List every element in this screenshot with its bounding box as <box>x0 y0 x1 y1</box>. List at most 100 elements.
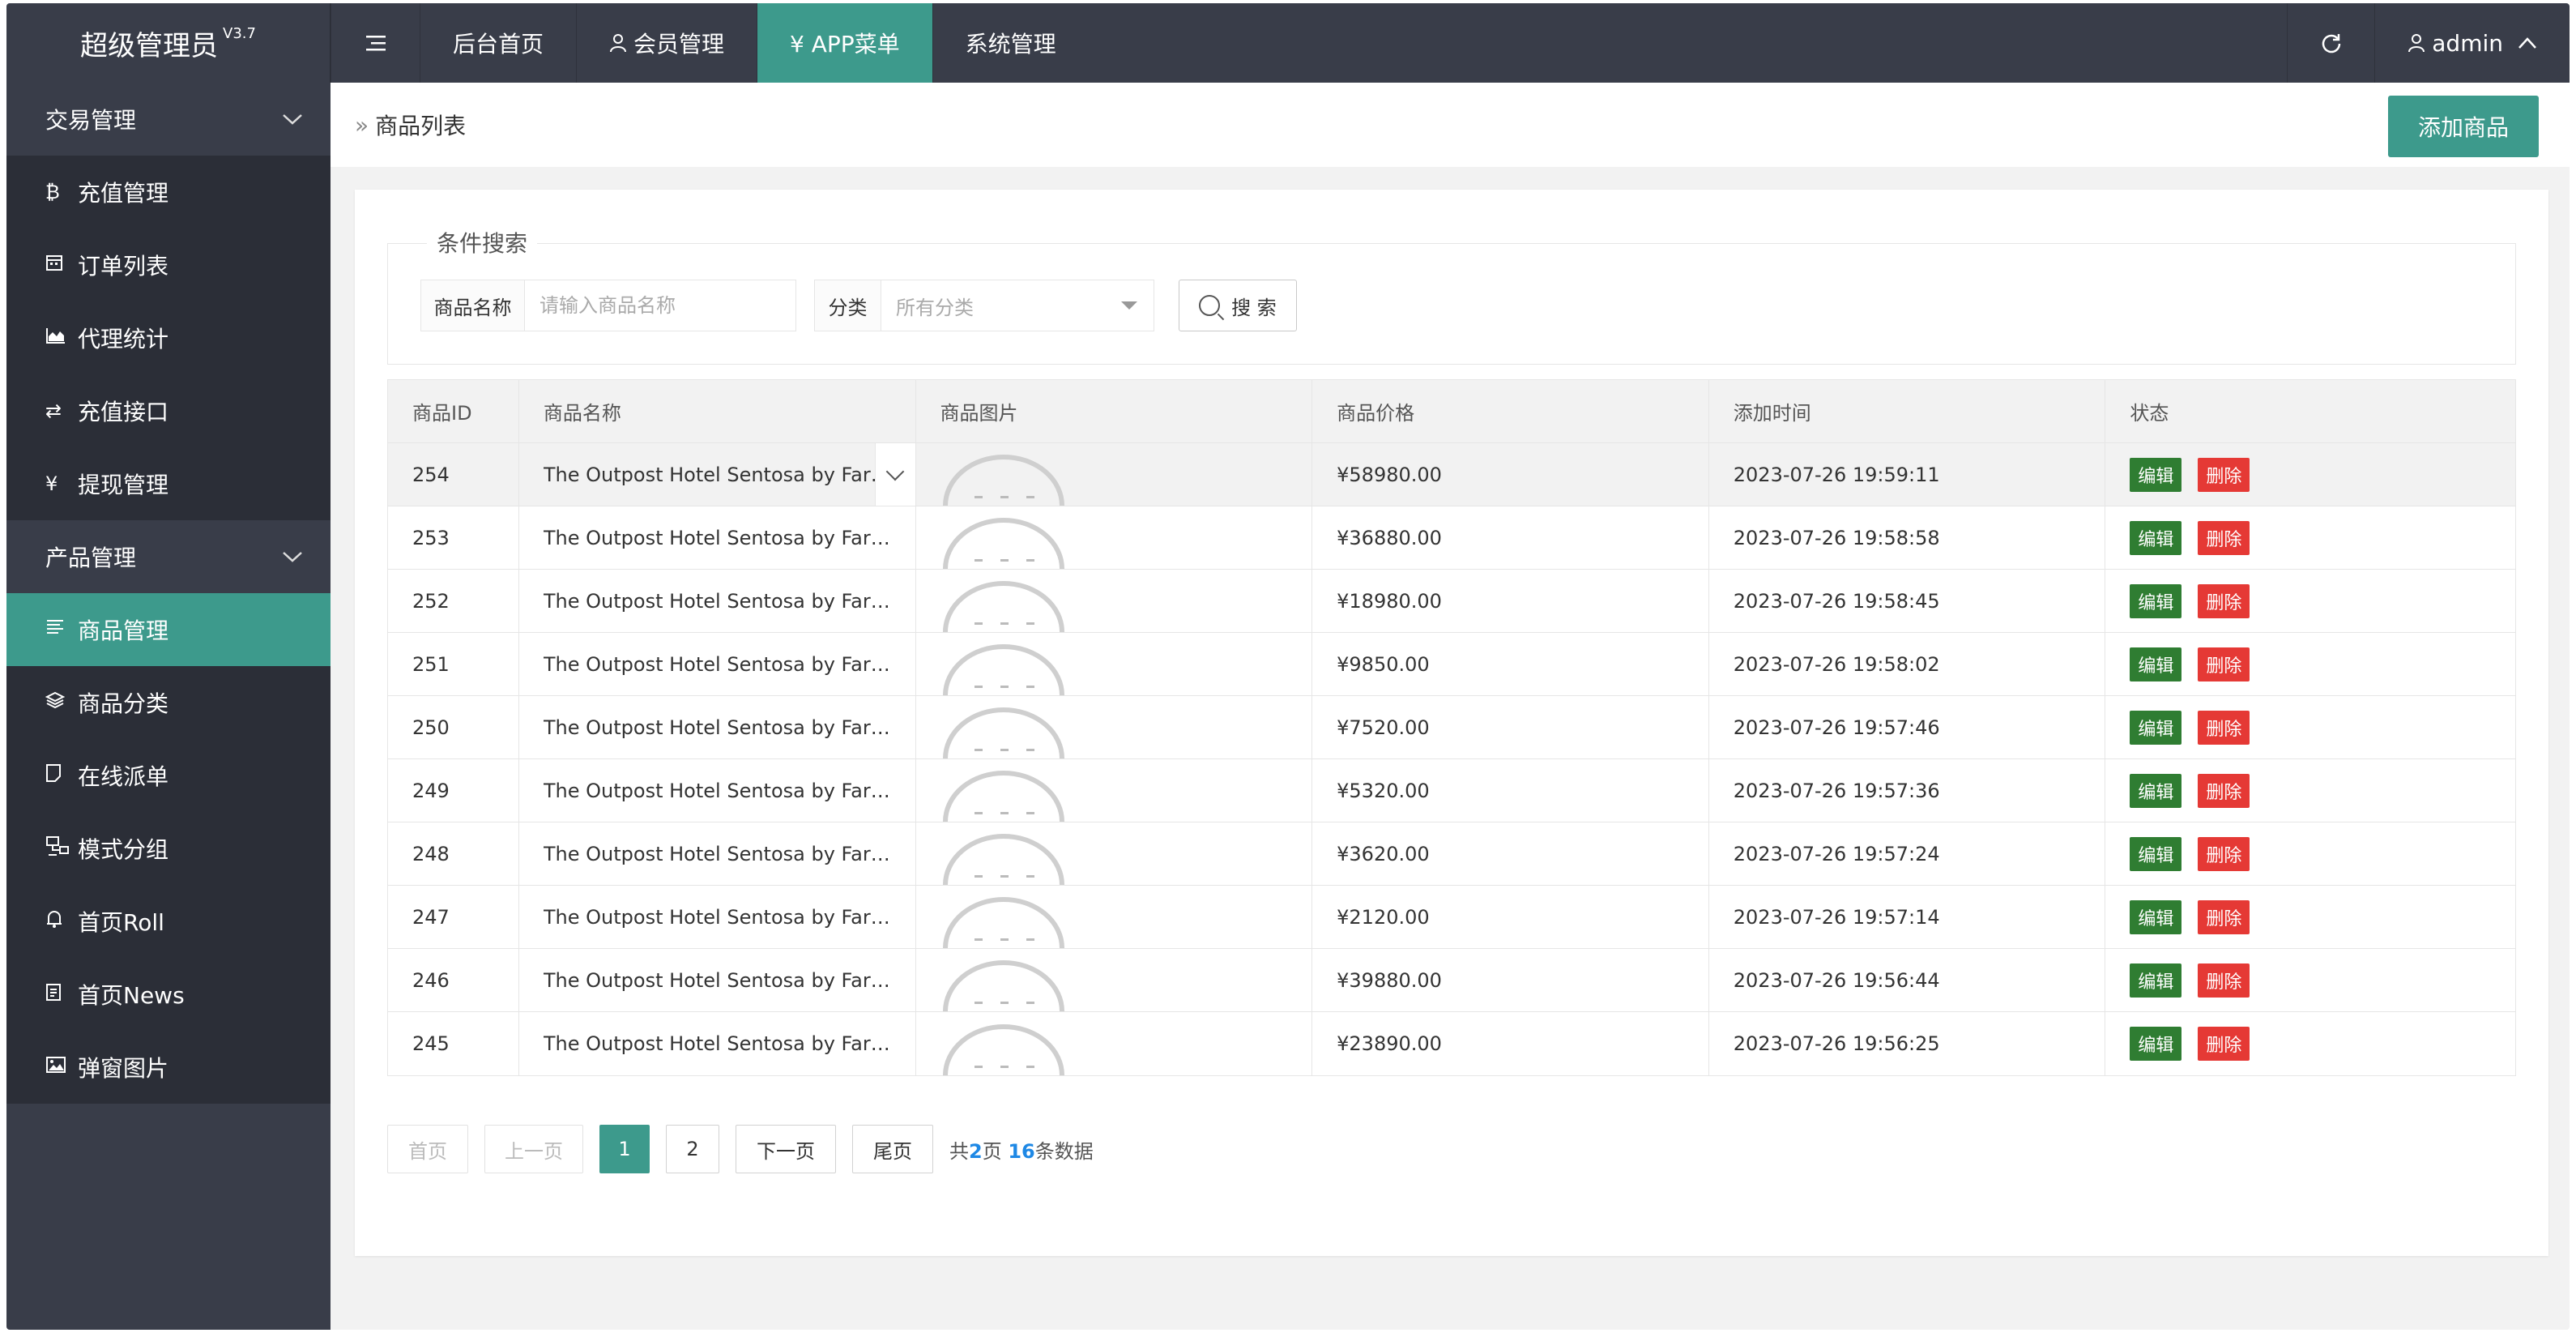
sidebar-item-label: 首页Roll <box>78 909 164 936</box>
delete-button[interactable]: 删除 <box>2198 647 2250 681</box>
main-content: » 商品列表 添加商品 条件搜索 商品名称 分类 所有分类 搜 索 <box>331 83 2570 1330</box>
sidebar-item-dispatch[interactable]: 在线派单 <box>6 739 331 812</box>
product-card: 条件搜索 商品名称 分类 所有分类 搜 索 商品ID <box>355 190 2548 1256</box>
nav-system-label: 系统管理 <box>965 31 1056 58</box>
delete-button[interactable]: 删除 <box>2198 457 2250 492</box>
product-image <box>942 1024 1064 1075</box>
product-image <box>942 834 1064 885</box>
list-icon <box>45 617 73 642</box>
sidebar-item-products[interactable]: 商品管理 <box>6 593 331 666</box>
sidebar-group-trade[interactable]: 交易管理 <box>6 83 331 156</box>
product-name: The Outpost Hotel Sentosa by Far East Ho… <box>543 842 890 865</box>
sidebar-item-label: 提现管理 <box>78 472 169 498</box>
product-id: 254 <box>388 443 519 506</box>
product-name-input[interactable] <box>525 280 795 331</box>
edit-button[interactable]: 编辑 <box>2130 710 2182 745</box>
sidebar-item-orders[interactable]: 订单列表 <box>6 229 331 301</box>
product-name-cell: The Outpost Hotel Sentosa by Far East Ho… <box>519 633 916 695</box>
edit-button[interactable]: 编辑 <box>2130 836 2182 871</box>
added-time: 2023-07-26 19:59:11 <box>1709 443 2106 506</box>
column-header: 添加时间 <box>1709 380 2106 442</box>
total-pages: 2 <box>969 1139 983 1163</box>
sidebar-item-label: 在线派单 <box>78 763 169 790</box>
column-header: 状态 <box>2130 402 2169 425</box>
sidebar-item-home-roll[interactable]: 首页Roll <box>6 885 331 958</box>
product-id: 247 <box>388 886 519 948</box>
bitcoin-icon: ₿ <box>45 180 60 203</box>
page-button-2[interactable]: 2 <box>666 1125 719 1173</box>
category-select-value: 所有分类 <box>896 296 974 319</box>
actions-cell: 编辑 删除 <box>2105 886 2515 948</box>
app-version: V3.7 <box>223 24 256 42</box>
refresh-button[interactable] <box>2287 3 2374 83</box>
page-button-1[interactable]: 1 <box>599 1125 650 1173</box>
delete-button[interactable]: 删除 <box>2198 899 2250 934</box>
added-time: 2023-07-26 19:58:45 <box>1709 570 2106 632</box>
header-spacer <box>1089 3 2288 83</box>
product-name-cell: The Outpost Hotel Sentosa by Far East Ho… <box>519 443 916 506</box>
sidebar-item-withdraw[interactable]: ¥ 提现管理 <box>6 447 331 520</box>
edit-button[interactable]: 编辑 <box>2130 899 2182 934</box>
delete-button[interactable]: 删除 <box>2198 520 2250 555</box>
added-time: 2023-07-26 19:57:36 <box>1709 759 2106 822</box>
edit-button[interactable]: 编辑 <box>2130 520 2182 555</box>
product-name-cell: The Outpost Hotel Sentosa by Far East Ho… <box>519 759 916 822</box>
news-icon <box>45 982 73 1006</box>
next-page-button[interactable]: 下一页 <box>736 1125 836 1173</box>
product-id: 251 <box>388 633 519 695</box>
nav-app-menu[interactable]: ¥ APP菜单 <box>757 3 932 83</box>
last-page-button[interactable]: 尾页 <box>852 1125 933 1173</box>
edit-button[interactable]: 编辑 <box>2130 963 2182 998</box>
delete-button[interactable]: 删除 <box>2198 963 2250 998</box>
added-time: 2023-07-26 19:56:44 <box>1709 949 2106 1011</box>
nav-home[interactable]: 后台首页 <box>420 3 576 83</box>
info-prefix: 共 <box>949 1139 969 1163</box>
nav-system[interactable]: 系统管理 <box>932 3 1089 83</box>
bell-icon <box>45 909 73 934</box>
product-image-cell <box>916 696 1313 758</box>
nav-members[interactable]: 会员管理 <box>576 3 757 83</box>
sidebar-item-label: 弹窗图片 <box>78 1055 169 1082</box>
add-product-button[interactable]: 添加商品 <box>2388 96 2539 157</box>
edit-button[interactable]: 编辑 <box>2130 647 2182 681</box>
yen-icon: ¥ <box>45 472 58 495</box>
edit-button[interactable]: 编辑 <box>2130 1027 2182 1061</box>
user-menu[interactable]: admin <box>2374 3 2570 83</box>
sidebar-item-home-news[interactable]: 首页News <box>6 958 331 1031</box>
prev-page-button[interactable]: 上一页 <box>484 1125 583 1173</box>
sidebar-item-recharge[interactable]: ₿ 充值管理 <box>6 156 331 229</box>
sidebar-item-agent-stats[interactable]: 代理统计 <box>6 301 331 374</box>
product-image-cell <box>916 570 1313 632</box>
sidebar-item-categories[interactable]: 商品分类 <box>6 666 331 739</box>
category-select[interactable]: 分类 所有分类 <box>814 280 1154 331</box>
chevron-down-icon <box>283 552 302 562</box>
product-image-cell <box>916 1012 1313 1075</box>
sidebar-item-popup-image[interactable]: 弹窗图片 <box>6 1031 331 1104</box>
product-name: The Outpost Hotel Sentosa by Far East Ho… <box>543 463 890 486</box>
product-name-cell: The Outpost Hotel Sentosa by Far East Ho… <box>519 696 916 758</box>
delete-button[interactable]: 删除 <box>2198 773 2250 808</box>
search-button[interactable]: 搜 索 <box>1179 280 1297 331</box>
first-page-button[interactable]: 首页 <box>387 1125 468 1173</box>
menu-toggle-button[interactable] <box>331 3 420 83</box>
table-row: 254 The Outpost Hotel Sentosa by Far East… <box>388 443 2515 506</box>
edit-button[interactable]: 编辑 <box>2130 773 2182 808</box>
actions-cell: 编辑 删除 <box>2105 443 2515 506</box>
sidebar-item-recharge-api[interactable]: ⇄ 充值接口 <box>6 374 331 447</box>
delete-button[interactable]: 删除 <box>2198 1027 2250 1061</box>
product-image-cell <box>916 886 1313 948</box>
expand-cell-button[interactable] <box>874 443 915 506</box>
sidebar-group-product[interactable]: 产品管理 <box>6 520 331 593</box>
delete-button[interactable]: 删除 <box>2198 836 2250 871</box>
product-image <box>942 897 1064 948</box>
delete-button[interactable]: 删除 <box>2198 710 2250 745</box>
edit-button[interactable]: 编辑 <box>2130 457 2182 492</box>
page-title: 商品列表 <box>375 113 467 139</box>
edit-button[interactable]: 编辑 <box>2130 583 2182 618</box>
delete-button[interactable]: 删除 <box>2198 583 2250 618</box>
product-id: 252 <box>388 570 519 632</box>
exchange-icon: ⇄ <box>45 399 62 422</box>
app-title: 超级管理员 <box>80 29 219 62</box>
product-price: ¥18980.00 <box>1312 570 1709 632</box>
sidebar-item-mode-group[interactable]: 模式分组 <box>6 812 331 885</box>
